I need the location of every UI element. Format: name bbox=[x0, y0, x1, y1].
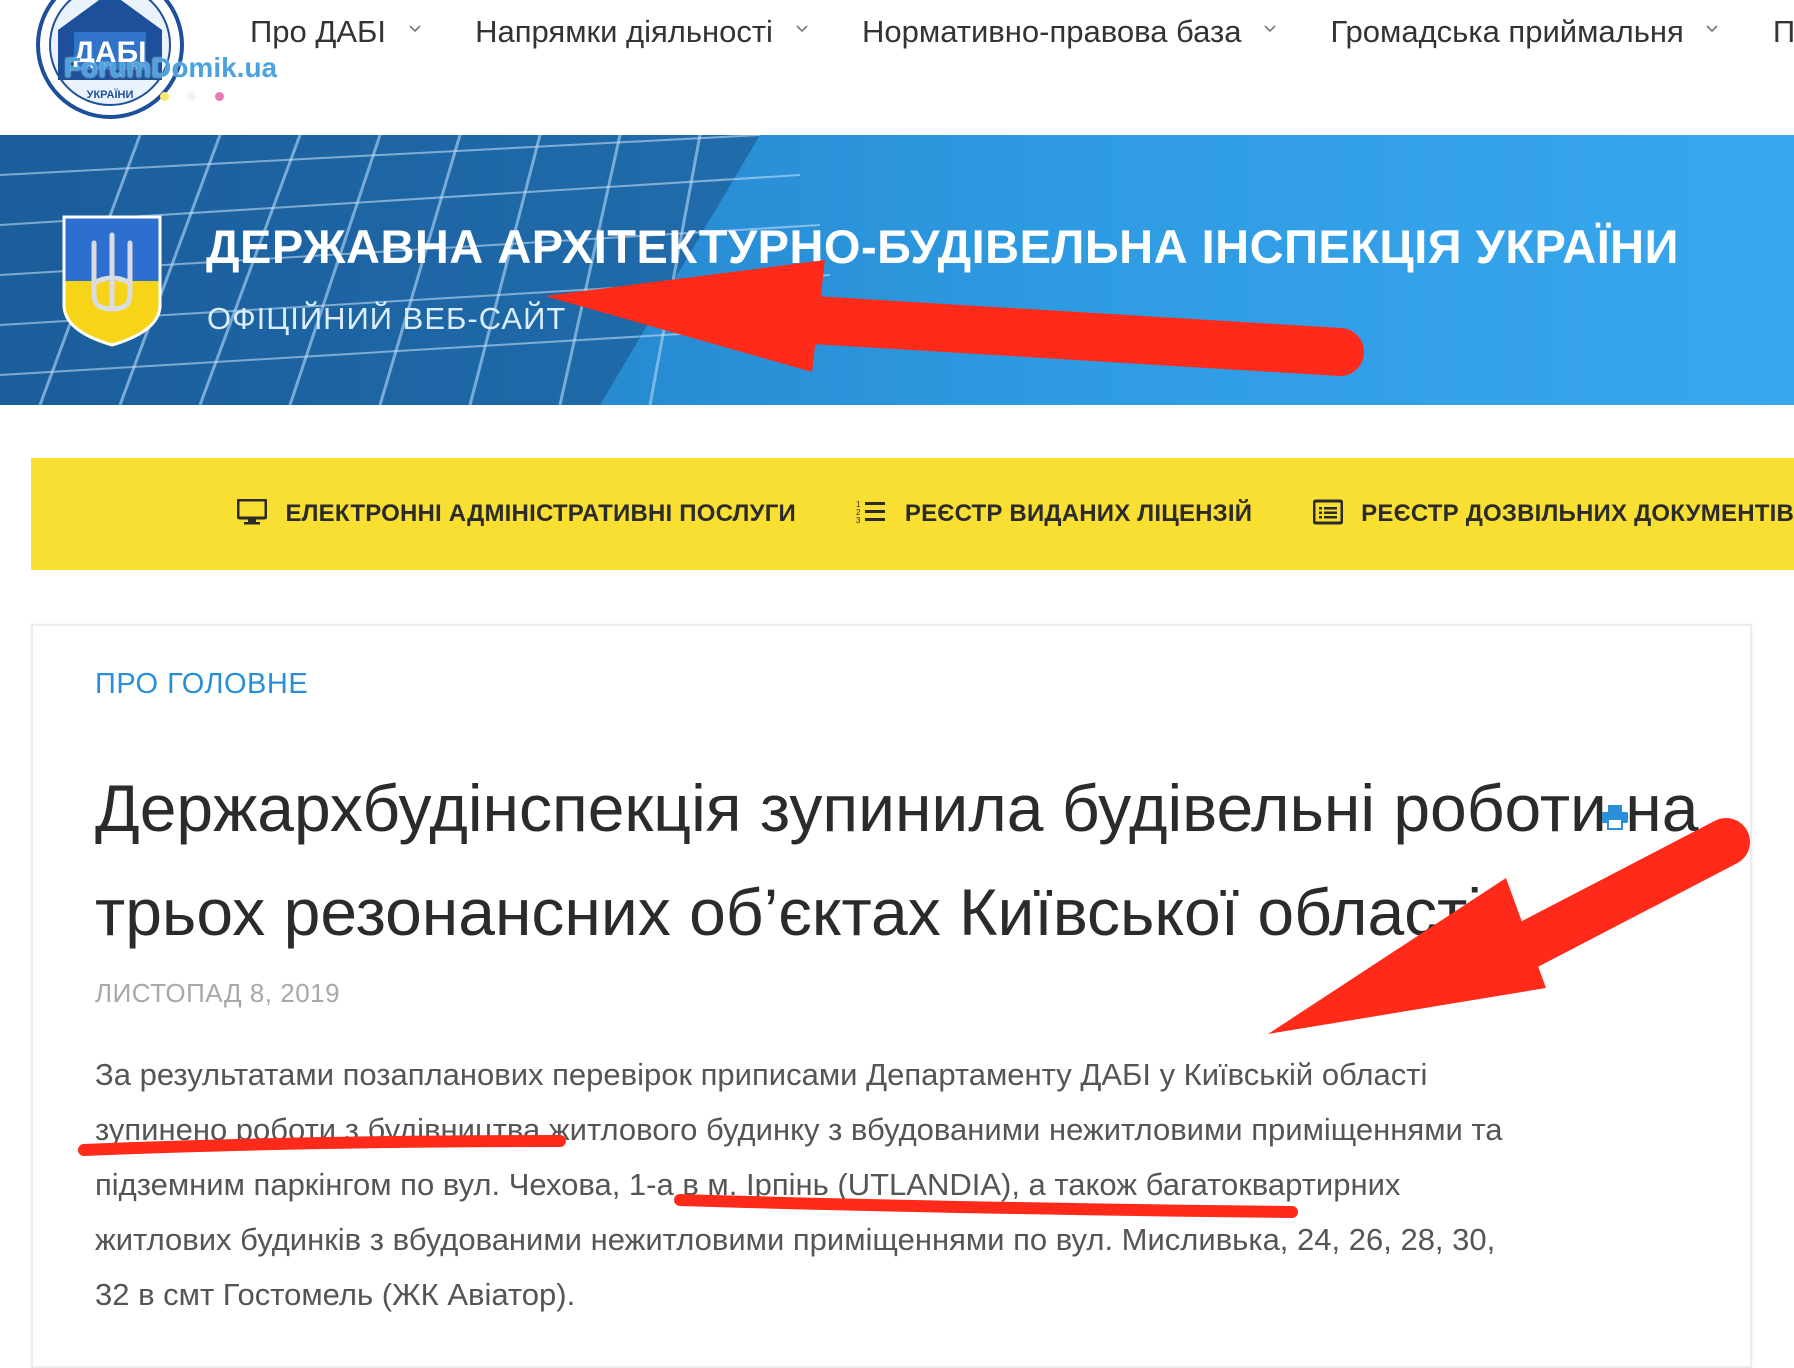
article-date: ЛИСТОПАД 8, 2019 bbox=[95, 978, 341, 1008]
site-subtitle: ОФІЦІЙНИЙ ВЕБ-САЙТ bbox=[207, 301, 567, 336]
top-navigation: ДАБІ УКРАЇНИ ForumDomik.ua Про ДАБІ Напр… bbox=[0, 0, 1794, 135]
article-body: За результатами позапланових перевірок п… bbox=[95, 1057, 1503, 1312]
quick-link-e-services[interactable]: ЕЛЕКТРОННІ АДМІНІСТРАТИВНІ ПОСЛУГИ bbox=[236, 458, 796, 570]
quick-link-label: РЕЄСТР ВИДАНИХ ЛІЦЕНЗІЙ bbox=[904, 500, 1253, 527]
monitor-icon bbox=[236, 499, 267, 525]
numbered-list-icon: 1 2 3 bbox=[856, 500, 886, 525]
ukraine-coat-of-arms-icon bbox=[62, 215, 162, 347]
quick-link-label: ЕЛЕКТРОННІ АДМІНІСТРАТИВНІ ПОСЛУГИ bbox=[285, 500, 796, 527]
svg-text:3: 3 bbox=[856, 516, 861, 525]
quick-link-label: РЕЄСТР ДОЗВІЛЬНИХ ДОКУМЕНТІВ bbox=[1361, 500, 1794, 527]
svg-text:УКРАЇНИ: УКРАЇНИ bbox=[87, 88, 134, 101]
quick-links: ЕЛЕКТРОННІ АДМІНІСТРАТИВНІ ПОСЛУГИ 1 2 3… bbox=[181, 458, 1794, 570]
article-title: Держархбудінспекція зупинила будівельні … bbox=[95, 771, 1699, 949]
nav-item-label: Пр bbox=[1772, 14, 1794, 49]
chevron-down-icon bbox=[1264, 25, 1276, 32]
quick-links-bar: ЕЛЕКТРОННІ АДМІНІСТРАТИВНІ ПОСЛУГИ 1 2 3… bbox=[31, 458, 1794, 570]
dot-icon bbox=[160, 92, 169, 101]
nav-item-public-reception[interactable]: Громадська приймальня bbox=[1331, 14, 1719, 50]
nav-item-label: Напрямки діяльності bbox=[475, 14, 773, 49]
chevron-down-icon bbox=[796, 25, 808, 32]
chevron-down-icon bbox=[1706, 25, 1718, 32]
dot-icon bbox=[214, 92, 224, 101]
article-card: ПРО ГОЛОВНЕ Держархбудінспекція зупинила… bbox=[31, 624, 1752, 1368]
nav-item-legal-base[interactable]: Нормативно-правова база bbox=[862, 14, 1276, 50]
print-icon[interactable] bbox=[1601, 804, 1629, 830]
quick-link-permits-registry[interactable]: РЕЄСТР ДОЗВІЛЬНИХ ДОКУМЕНТІВ bbox=[1312, 458, 1794, 570]
quick-link-license-registry[interactable]: 1 2 3 РЕЄСТР ВИДАНИХ ЛІЦЕНЗІЙ bbox=[856, 458, 1252, 570]
nav-item-activities[interactable]: Напрямки діяльності bbox=[475, 14, 808, 50]
site-banner: ДЕРЖАВНА АРХІТЕКТУРНО-БУДІВЕЛЬНА ІНСПЕКЦ… bbox=[0, 135, 1794, 405]
article-category[interactable]: ПРО ГОЛОВНЕ bbox=[95, 668, 308, 701]
nav-item-about[interactable]: Про ДАБІ bbox=[250, 14, 421, 50]
main-menu: Про ДАБІ Напрямки діяльності Нормативно-… bbox=[250, 14, 1794, 50]
nav-item-label: Громадська приймальня bbox=[1330, 14, 1684, 49]
nav-item-label: Нормативно-правова база bbox=[862, 14, 1242, 49]
nav-item-label: Про ДАБІ bbox=[250, 14, 387, 49]
chevron-down-icon bbox=[409, 25, 421, 32]
watermark-text: ForumDomik.ua bbox=[64, 52, 278, 83]
dot-icon bbox=[187, 92, 197, 101]
site-title[interactable]: ДЕРЖАВНА АРХІТЕКТУРНО-БУДІВЕЛЬНА ІНСПЕКЦ… bbox=[206, 219, 1679, 274]
nav-item-truncated[interactable]: Пр bbox=[1773, 14, 1794, 50]
watermark-dots bbox=[160, 88, 238, 106]
document-list-icon bbox=[1312, 499, 1343, 525]
